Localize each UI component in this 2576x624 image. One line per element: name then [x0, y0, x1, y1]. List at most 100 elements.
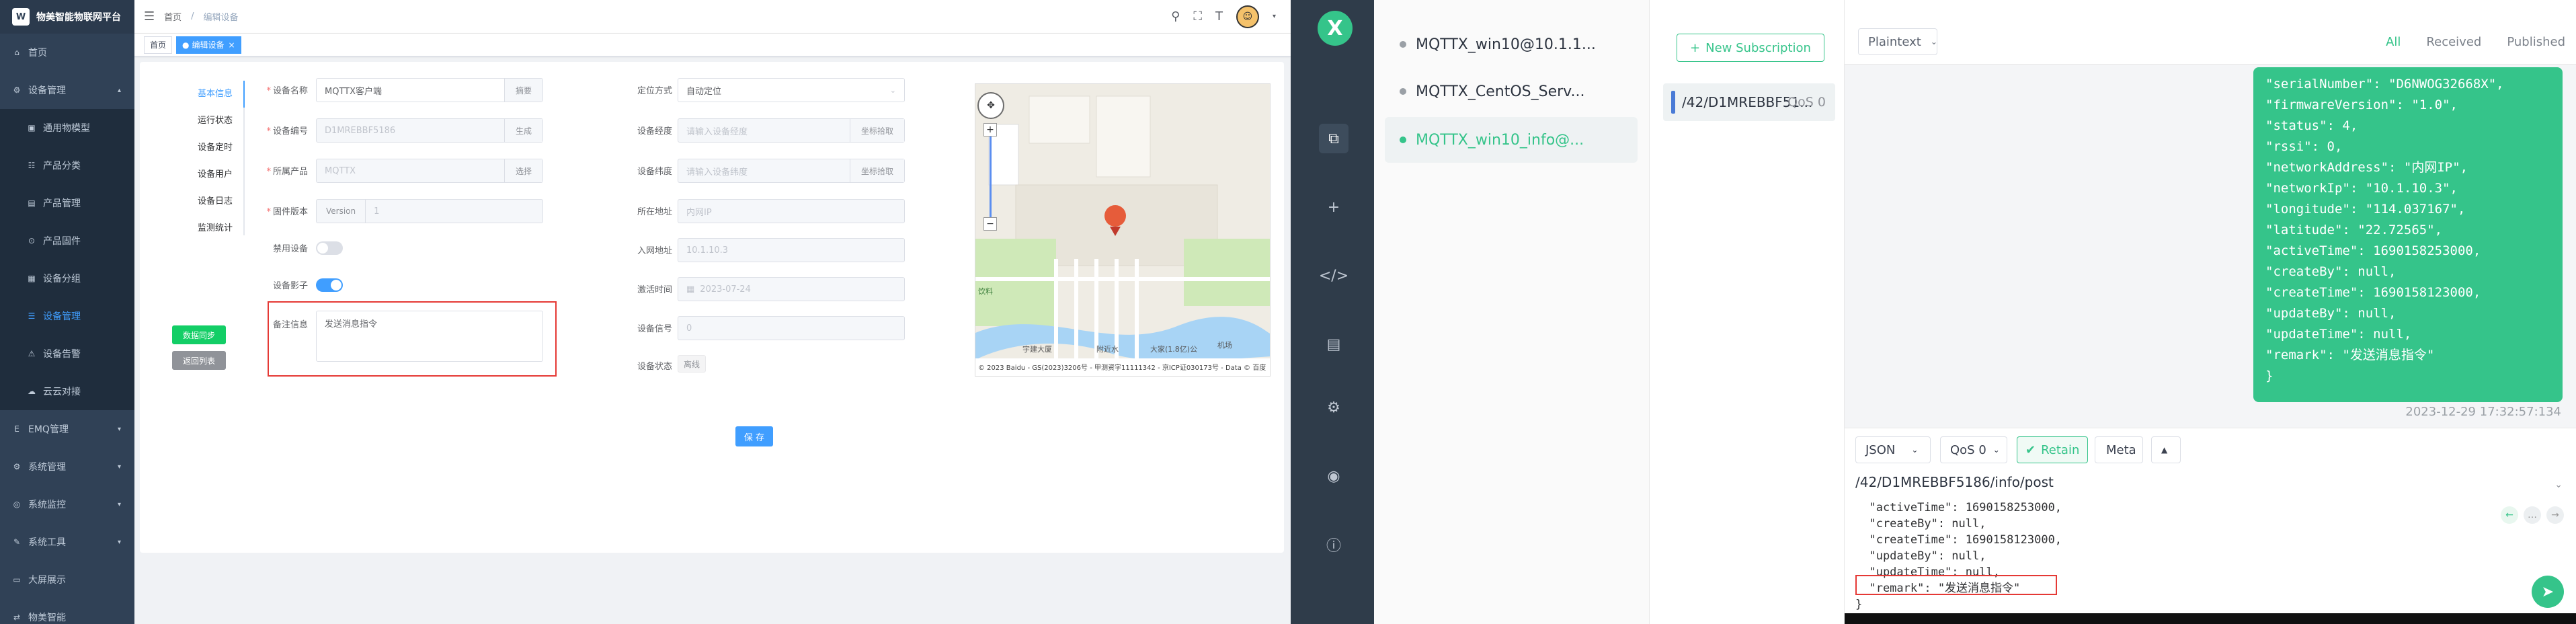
sidebar-item[interactable]: E EMQ管理 ▾: [0, 410, 134, 448]
script-icon[interactable]: </>: [1319, 261, 1349, 290]
sidebar-item[interactable]: ⇄ 物美智能: [0, 598, 134, 624]
subscription-item[interactable]: /42/D1MREBBF51... QoS 0: [1663, 83, 1835, 121]
sidebar-item[interactable]: ⚠ 设备告警: [0, 335, 134, 373]
payload-type-select[interactable]: JSON ⌄: [1855, 436, 1931, 463]
sidebar-item[interactable]: ⚙ 设备管理 ▴: [0, 71, 134, 109]
back-to-list-button[interactable]: 返回列表: [172, 351, 226, 370]
sidebar-item[interactable]: ☷ 产品分类: [0, 147, 134, 184]
data-sync-button[interactable]: 数据同步: [172, 325, 226, 344]
device-shadow-switch[interactable]: [316, 278, 343, 292]
tab-device-log[interactable]: 设备日志: [177, 188, 243, 215]
connection-item[interactable]: MQTTX_CentOS_Serv...: [1385, 69, 1638, 114]
sidebar-item[interactable]: ▣ 通用物模型: [0, 109, 134, 147]
locate-select[interactable]: 自动定位 ⌄: [678, 78, 905, 102]
filter-received[interactable]: Received: [2426, 35, 2481, 49]
close-icon[interactable]: ×: [229, 40, 235, 50]
search-icon[interactable]: ⚲: [1171, 9, 1180, 24]
app-logo[interactable]: W 物美智能物联网平台: [0, 0, 134, 34]
caret-down-icon[interactable]: ▾: [1273, 13, 1276, 20]
select-product-button[interactable]: 选择: [504, 159, 542, 182]
rssi-label: 设备信号: [637, 324, 672, 334]
product-input[interactable]: MQTTX 选择: [316, 159, 543, 183]
connection-item[interactable]: MQTTX_win10@10.1.1...: [1385, 22, 1638, 67]
tab-device-user[interactable]: 设备用户: [177, 161, 243, 188]
sidebar-item[interactable]: ▭ 大屏展示: [0, 561, 134, 598]
filter-published[interactable]: Published: [2507, 35, 2565, 49]
code-line: "createTime": 1690158123000,: [1855, 533, 2062, 547]
generate-button[interactable]: 生成: [504, 119, 542, 142]
collapse-button[interactable]: ▲: [2151, 436, 2181, 463]
sidebar-item[interactable]: ◎ 系统监控 ▾: [0, 485, 134, 523]
rssi-input[interactable]: 0: [678, 316, 905, 340]
tag-home[interactable]: 首页: [144, 36, 173, 54]
publish-topic[interactable]: /42/D1MREBBF5186/info/post: [1855, 474, 2054, 490]
save-button[interactable]: 保 存: [735, 426, 773, 446]
edit-device-card: 基本信息 运行状态 设备定时 设备用户 设备日志 监测统计 数据同步 返回列表 …: [140, 62, 1284, 553]
connection-item-active[interactable]: MQTTX_win10_info@...: [1385, 117, 1638, 163]
active-time-value: 2023-07-24: [700, 284, 751, 295]
zoom-slider[interactable]: [990, 136, 992, 217]
retain-toggle[interactable]: ✔ Retain: [2017, 436, 2089, 463]
sidebar-item[interactable]: ⊙ 产品固件: [0, 222, 134, 260]
locate-value: 自动定位: [686, 86, 722, 97]
latitude-input[interactable]: 请输入设备纬度 坐标拾取: [678, 159, 905, 183]
tab-monitor-stats[interactable]: 监测统计: [177, 215, 243, 242]
longitude-input[interactable]: 请输入设备经度 坐标拾取: [678, 118, 905, 143]
serial-input[interactable]: D1MREBBF5186 生成: [316, 118, 543, 143]
sidebar-item[interactable]: ☁ 云云对接: [0, 373, 134, 410]
connections-icon[interactable]: ⧉: [1319, 124, 1349, 153]
baidu-map[interactable]: ✥ + − 饮料 附近水 大家(1.8亿)公 机场 宇建大厦 © 2023 Ba…: [975, 83, 1271, 377]
address-input[interactable]: 内网IP: [678, 199, 905, 223]
log-icon[interactable]: ▤: [1319, 329, 1349, 359]
breadcrumb-home[interactable]: 首页: [164, 10, 182, 23]
hamburger-icon[interactable]: ☰: [144, 9, 155, 24]
pick-longitude-button[interactable]: 坐标拾取: [849, 119, 904, 142]
tab-run-status[interactable]: 运行状态: [177, 108, 243, 134]
sidebar-item[interactable]: ⌂ 首页: [0, 34, 134, 71]
sidebar-item[interactable]: ▦ 设备分组: [0, 260, 134, 297]
sidebar-item-label: 设备分组: [43, 274, 81, 284]
new-connection-icon[interactable]: +: [1319, 192, 1349, 222]
active-time-input[interactable]: ▦ 2023-07-24: [678, 277, 905, 301]
disable-device-switch[interactable]: [316, 241, 343, 255]
sidebar-item[interactable]: ✎ 系统工具 ▾: [0, 523, 134, 561]
message-line: "activeTime": 1690158253000,: [2265, 243, 2481, 258]
about-icon[interactable]: ⓘ: [1319, 530, 1349, 559]
settings-icon[interactable]: ⚙: [1319, 393, 1349, 422]
pan-icon[interactable]: ✥: [977, 92, 1004, 119]
fullscreen-icon[interactable]: ⛶: [1193, 9, 1202, 24]
pick-latitude-button[interactable]: 坐标拾取: [849, 159, 904, 182]
tab-basic-info[interactable]: 基本信息: [177, 81, 245, 108]
sidebar: W 物美智能物联网平台 ⌂ 首页 ⚙ 设备管理 ▴ ▣ 通用物模型 ☷ 产品分类 ▤ 产品管理 ⊙ 产品…: [0, 0, 134, 624]
sidebar-item[interactable]: ☰ 设备管理: [0, 297, 134, 335]
user-avatar[interactable]: ☺: [1236, 5, 1259, 28]
zoom-out-icon[interactable]: −: [983, 217, 997, 231]
sidebar-item-label: 通用物模型: [43, 123, 90, 134]
published-message-bubble: "serialNumber": "D6NWOG32668X", "firmware…: [2253, 67, 2563, 402]
chevron-down-icon[interactable]: ⌄: [2554, 479, 2563, 490]
code-line: }: [1855, 598, 1863, 611]
tag-edit-device[interactable]: ● 编辑设备 ×: [176, 36, 241, 54]
payload-editor[interactable]: "activeTime": 1690158253000, "createBy":…: [1855, 500, 2528, 613]
qos-select[interactable]: QoS 0 ⌄: [1940, 436, 2007, 463]
feed-icon[interactable]: ◉: [1319, 461, 1349, 491]
product-icon: ▤: [28, 198, 36, 208]
sidebar-item[interactable]: ▤ 产品管理: [0, 184, 134, 222]
meta-button[interactable]: Meta: [2095, 436, 2143, 463]
arrow-right-icon[interactable]: →: [2546, 506, 2564, 524]
tab-device-timer[interactable]: 设备定时: [177, 134, 243, 161]
sidebar-item[interactable]: ⚙ 系统管理 ▾: [0, 448, 134, 485]
new-subscription-button[interactable]: + New Subscription: [1677, 34, 1824, 62]
summary-button[interactable]: 摘要: [504, 79, 542, 102]
zoom-in-icon[interactable]: +: [983, 123, 997, 136]
network-ip-input[interactable]: 10.1.10.3: [678, 238, 905, 262]
filter-all[interactable]: All: [2386, 35, 2401, 49]
qos-value: QoS 0: [1950, 442, 1986, 457]
device-name-input[interactable]: MQTTX客户端 摘要: [316, 78, 543, 102]
caret-up-icon: ▲: [2161, 445, 2168, 455]
font-size-icon[interactable]: T: [1215, 9, 1223, 24]
format-select[interactable]: Plaintext ⌄: [1858, 28, 1937, 55]
map-zoom-control[interactable]: ✥ + −: [977, 92, 1004, 233]
firmware-input[interactable]: Version 1: [316, 199, 543, 223]
send-button[interactable]: ➤: [2532, 576, 2564, 608]
